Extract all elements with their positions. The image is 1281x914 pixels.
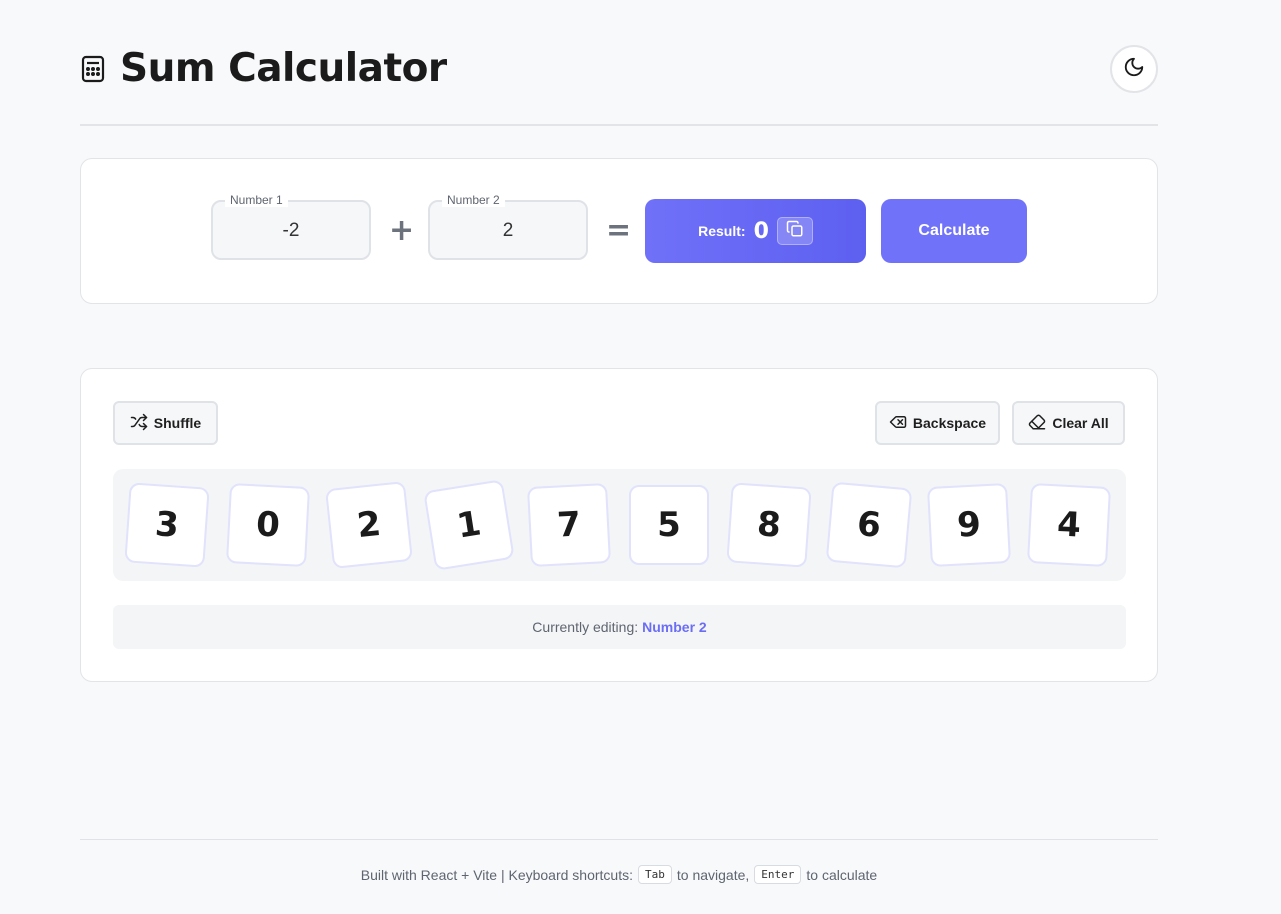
header: Sum Calculator: [80, 40, 1158, 126]
digit-tile[interactable]: 3: [124, 482, 210, 568]
clear-all-label: Clear All: [1052, 415, 1109, 431]
shuffle-label: Shuffle: [153, 415, 202, 431]
digit-tile[interactable]: 2: [325, 481, 413, 569]
digit-tile[interactable]: 4: [1026, 482, 1112, 568]
editing-status: Currently editing: Number 2: [113, 605, 1126, 649]
keypad-card: Shuffle Backspace Clear All 3 0 2 1 7 5 …: [80, 368, 1158, 682]
footer-text-before: Built with React + Vite | Keyboard short…: [360, 866, 633, 883]
page-title: Sum Calculator: [120, 46, 447, 91]
number1-field: Number 1: [211, 193, 371, 260]
backspace-label: Backspace: [912, 415, 987, 431]
number2-input[interactable]: [430, 202, 586, 258]
digit-tile[interactable]: 5: [629, 485, 709, 565]
number1-input[interactable]: [213, 202, 369, 258]
plus-sign: +: [389, 213, 415, 248]
footer-text-after: to calculate: [806, 866, 878, 883]
result-label: Result:: [698, 223, 746, 239]
copy-result-button[interactable]: [776, 217, 813, 245]
title-wrap: Sum Calculator: [80, 46, 447, 91]
calculator-card: Number 1 + Number 2 = Result: 0 Calculat…: [80, 158, 1158, 304]
digit-tile[interactable]: 8: [726, 482, 812, 568]
eraser-icon: [1028, 413, 1046, 434]
shuffle-icon: [130, 413, 148, 434]
clear-all-button[interactable]: Clear All: [1012, 401, 1125, 445]
status-prefix: Currently editing:: [532, 619, 639, 635]
digit-tile[interactable]: 1: [423, 479, 515, 571]
equals-sign: =: [606, 213, 632, 248]
kbd-enter: Enter: [754, 865, 802, 884]
result-display: Result: 0: [645, 199, 866, 263]
backspace-button[interactable]: Backspace: [875, 401, 1000, 445]
status-value: Number 2: [642, 619, 707, 635]
footer: Built with React + Vite | Keyboard short…: [80, 839, 1158, 889]
calculator-icon: [80, 55, 108, 83]
digit-tile[interactable]: 0: [225, 482, 311, 568]
page: Sum Calculator Number 1 + Number 2 = Res…: [0, 0, 1281, 914]
kbd-tab: Tab: [638, 865, 672, 884]
backspace-icon: [889, 413, 907, 434]
moon-icon: [1123, 56, 1145, 83]
theme-toggle-button[interactable]: [1110, 45, 1158, 93]
result-value: 0: [753, 218, 769, 244]
number2-field: Number 2: [428, 193, 588, 260]
shuffle-button[interactable]: Shuffle: [113, 401, 218, 445]
digit-tile[interactable]: 9: [926, 482, 1012, 568]
footer-text-middle: to navigate,: [676, 866, 750, 883]
copy-icon: [786, 220, 804, 243]
digit-tiles-area: 3 0 2 1 7 5 8 6 9 4: [113, 469, 1126, 581]
digit-tile[interactable]: 6: [825, 481, 913, 569]
digit-tile[interactable]: 7: [526, 482, 612, 568]
calculate-button[interactable]: Calculate: [881, 199, 1027, 263]
